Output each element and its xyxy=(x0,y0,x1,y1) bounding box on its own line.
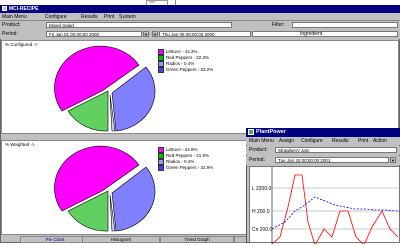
y-tick-label: Cn 200.0 xyxy=(252,227,273,233)
period-from-field[interactable]: Fri Jan 01 00:00:00 2000 xyxy=(46,31,142,37)
fg-menu-action[interactable]: Action xyxy=(373,138,387,144)
legend-label: Lettuce - 44.8% xyxy=(166,147,198,153)
configured-chart-panel: % Configured -> Lettuce - 44.3% Red Pepp… xyxy=(1,40,399,134)
menu-results[interactable]: Results xyxy=(81,14,98,20)
product-row: Product: Mixed Salad Filter: xyxy=(0,21,400,30)
legend-label: Green Peppers - 32.9% xyxy=(166,165,214,171)
fg-period-dropdown-icon[interactable]: ▼ xyxy=(390,157,396,163)
fg-product-label: Product: xyxy=(249,147,268,153)
tab-trend-graph[interactable]: Trend Graph xyxy=(160,236,234,243)
fg-menu-main-menu[interactable]: Main Menu xyxy=(249,138,274,144)
main-title-bar[interactable]: MCI-RECIPE xyxy=(0,5,400,13)
main-window-title: MCI-RECIPE xyxy=(9,6,39,12)
legend-item: Lettuce - 44.8% xyxy=(158,147,198,153)
legend-swatch xyxy=(158,67,164,73)
weighted-pie-chart xyxy=(54,145,156,232)
period-label: Period: xyxy=(2,31,18,37)
fg-menu-assign[interactable]: Assign xyxy=(279,138,294,144)
legend-label: Radios - 0.4% xyxy=(166,61,195,67)
ingredient-label: Ingredient xyxy=(300,31,323,37)
legend-item: Green Peppers - 33.2% xyxy=(158,67,214,73)
series-line-red xyxy=(271,174,399,246)
fg-product-row: Product: Strawberry Jam xyxy=(246,146,400,155)
period-from-dropdown-icon[interactable]: ▼ xyxy=(143,31,149,37)
period-row: Period: Fri Jan 01 00:00:00 2000 ▼ ▼ Thu… xyxy=(0,30,400,39)
product-field[interactable]: Mixed Salad xyxy=(46,22,232,28)
legend-label: Lettuce - 44.3% xyxy=(166,49,198,55)
legend-swatch xyxy=(158,165,164,171)
main-menu-bar: Main Menu Configure Results Print System xyxy=(0,13,400,21)
fg-period-field[interactable]: Tue Jan 20 00:00:00 2001 xyxy=(275,157,389,163)
trend-chart: L 2200.0 H 200.0 Cn 200.0 xyxy=(252,167,400,246)
menu-print[interactable]: Print xyxy=(104,14,114,20)
fg-product-field[interactable]: Strawberry Jam xyxy=(275,147,397,153)
product-label: Product: xyxy=(2,22,21,28)
tab-histogram[interactable]: Histogram xyxy=(82,236,160,243)
plantpower-title-bar[interactable]: PlantPower xyxy=(246,128,400,137)
fg-period-row: Period: Tue Jan 20 00:00:00 2001 ▼ xyxy=(246,156,400,165)
menu-main-menu[interactable]: Main Menu xyxy=(2,14,27,20)
y-tick-label: L 2200.0 xyxy=(252,186,271,192)
legend-label: Radios - 0.4% xyxy=(166,159,195,165)
tab-pie-chart[interactable]: Pie Chart xyxy=(20,236,90,243)
configured-panel-title: % Configured -> xyxy=(5,42,38,47)
legend-item: Radios - 0.4% xyxy=(158,159,195,165)
plantpower-app-icon[interactable] xyxy=(248,129,254,135)
configured-pie-chart xyxy=(54,45,156,132)
fg-menu-configure[interactable]: Configure xyxy=(301,138,323,144)
legend-item: Radios - 0.4% xyxy=(158,61,195,67)
fg-menu-print[interactable]: Print xyxy=(358,138,368,144)
filter-label: Filter: xyxy=(272,22,285,28)
app-icon[interactable] xyxy=(2,6,7,11)
period-to-field[interactable]: Thu Jan 06 00:00:00 2000 xyxy=(159,31,251,37)
legend-item: Red Peppers - 22.3% xyxy=(158,55,210,61)
weighted-panel-title: % Weighted -> xyxy=(5,142,35,147)
plantpower-menu-bar: Main Menu Assign Configure Results Print… xyxy=(246,137,400,145)
fg-menu-results[interactable]: Results xyxy=(332,138,349,144)
legend-label: Red Peppers - 21.9% xyxy=(166,153,210,159)
legend-label: Red Peppers - 22.3% xyxy=(166,55,210,61)
filter-field[interactable] xyxy=(292,22,398,28)
menu-system[interactable]: System xyxy=(119,14,136,20)
legend-item: Red Peppers - 21.9% xyxy=(158,153,210,159)
plantpower-window-title: PlantPower xyxy=(256,129,286,135)
y-tick-label: H 200.0 xyxy=(252,209,270,215)
legend-item: Lettuce - 44.3% xyxy=(158,49,198,55)
legend-item: Green Peppers - 32.9% xyxy=(158,165,214,171)
menu-configure[interactable]: Configure xyxy=(45,14,67,20)
trend-chart-area: L 2200.0 H 200.0 Cn 200.0 xyxy=(249,166,400,246)
legend-label: Green Peppers - 33.2% xyxy=(166,67,214,73)
ingredient-field[interactable] xyxy=(252,31,398,37)
period-to-dropdown-icon[interactable]: ▼ xyxy=(152,31,158,37)
fg-period-label: Period: xyxy=(249,157,265,163)
background-window-label: 2007 xyxy=(149,0,156,4)
